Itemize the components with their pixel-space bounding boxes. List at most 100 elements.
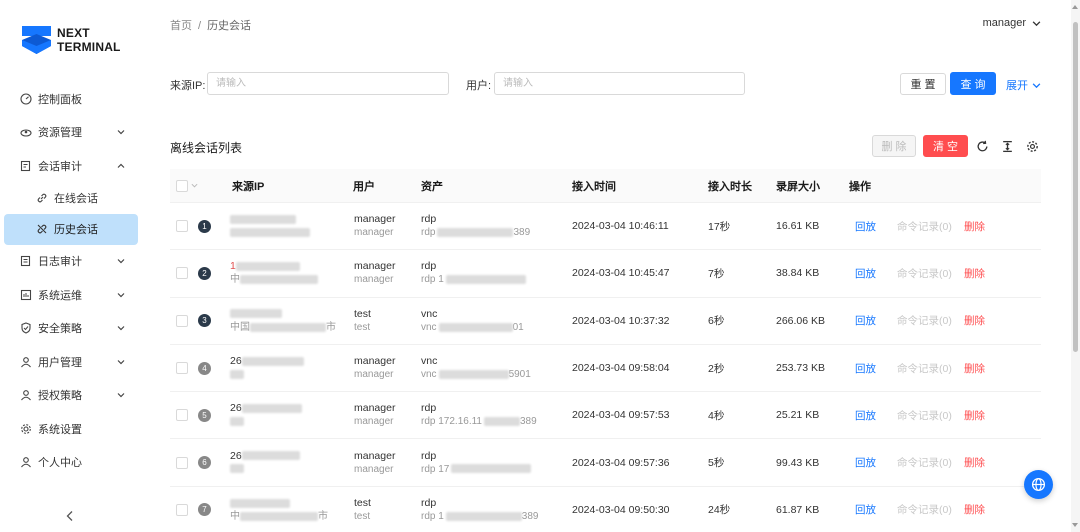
asset-address: rdp 172.16.11 xyxy=(421,416,482,428)
sidebar-item-authorization[interactable]: 授权策略 xyxy=(0,379,143,413)
table-row[interactable]: 3 中国 市 test test vnc vnc 01 2024-03-04 10:… xyxy=(170,298,1041,345)
replay-link[interactable]: 回放 xyxy=(855,361,876,376)
access-time: 2024-03-04 09:57:36 xyxy=(572,456,670,469)
recording-size: 253.73 KB xyxy=(776,362,826,375)
recording-size: 99.43 KB xyxy=(776,456,820,469)
access-time: 2024-03-04 10:37:32 xyxy=(572,314,670,327)
clear-button[interactable]: 清 空 xyxy=(923,135,968,157)
expand-filters-link[interactable]: 展开 xyxy=(1006,77,1041,93)
sidebar-item-dashboard[interactable]: 控制面板 xyxy=(0,82,143,116)
asset-protocol: rdp xyxy=(421,260,437,273)
replay-link[interactable]: 回放 xyxy=(855,408,876,423)
logo[interactable]: NEXT TERMINAL xyxy=(22,24,121,56)
chevron-down-icon xyxy=(117,393,125,398)
replay-link[interactable]: 回放 xyxy=(855,266,876,281)
redacted-text xyxy=(230,369,244,379)
replay-link[interactable]: 回放 xyxy=(855,502,876,517)
command-log-link[interactable]: 命令记录(0) xyxy=(897,219,952,234)
list-title: 离线会话列表 xyxy=(170,141,243,155)
chevron-down-icon xyxy=(117,259,125,264)
column-height-icon[interactable] xyxy=(1000,139,1014,153)
delete-link[interactable]: 删除 xyxy=(964,313,985,328)
sidebar-item-profile[interactable]: 个人中心 xyxy=(0,446,143,480)
breadcrumb-home[interactable]: 首页 xyxy=(170,20,192,32)
sidebar-item-log-audit[interactable]: 日志审计 xyxy=(0,245,143,279)
redacted-text xyxy=(445,511,522,521)
asset-port: 01 xyxy=(512,321,524,333)
user-filter-input[interactable] xyxy=(494,72,745,95)
command-log-link[interactable]: 命令记录(0) xyxy=(897,361,952,376)
delete-link[interactable]: 删除 xyxy=(964,455,985,470)
chevron-down-icon[interactable] xyxy=(191,182,198,189)
recording-size: 266.06 KB xyxy=(776,314,826,327)
redacted-text xyxy=(483,417,520,427)
user-icon xyxy=(20,389,32,401)
sidebar-item-session-audit[interactable]: 会话审计 xyxy=(0,149,143,183)
sidebar-item-settings[interactable]: 系统设置 xyxy=(0,412,143,446)
refresh-icon[interactable] xyxy=(975,139,989,153)
row-checkbox[interactable] xyxy=(176,314,188,327)
page-scrollbar[interactable] xyxy=(1071,0,1080,532)
globe-icon xyxy=(1031,477,1046,492)
sidebar-item-resources[interactable]: 资源管理 xyxy=(0,116,143,150)
user-name: manager xyxy=(354,260,396,273)
column-header-recording-size: 录屏大小 xyxy=(776,180,820,193)
logo-mark-icon xyxy=(22,24,51,56)
collapse-sidebar-icon[interactable] xyxy=(64,510,76,522)
sidebar-item-ops[interactable]: 系统运维 xyxy=(0,278,143,312)
scroll-down-arrow[interactable] xyxy=(1072,523,1078,527)
delete-link[interactable]: 删除 xyxy=(964,219,985,234)
sidebar-item-history-sessions[interactable]: 历史会话 xyxy=(4,213,138,245)
user-name: test xyxy=(354,307,371,320)
row-checkbox[interactable] xyxy=(176,220,188,233)
row-checkbox[interactable] xyxy=(176,362,188,375)
select-all-checkbox[interactable] xyxy=(176,179,188,192)
delete-link[interactable]: 删除 xyxy=(964,502,985,517)
query-button[interactable]: 查 询 xyxy=(950,72,996,95)
redacted-text xyxy=(438,369,509,379)
scroll-up-arrow[interactable] xyxy=(1072,5,1078,9)
delete-link[interactable]: 删除 xyxy=(964,361,985,376)
settings-icon[interactable] xyxy=(1025,139,1039,153)
user-menu[interactable]: manager xyxy=(983,17,1041,29)
command-log-link[interactable]: 命令记录(0) xyxy=(897,455,952,470)
asset-cell: rdp rdp 1 389 xyxy=(421,496,538,524)
table-row[interactable]: 5 26 manager manager rdp rdp 172.16.11 38… xyxy=(170,392,1041,440)
table-row[interactable]: 4 26 manager manager vnc vnc 5901 2024-03… xyxy=(170,345,1041,393)
row-checkbox[interactable] xyxy=(176,456,188,469)
asset-protocol: vnc xyxy=(421,307,438,320)
delete-selected-button[interactable]: 删 除 xyxy=(872,135,916,157)
delete-link[interactable]: 删除 xyxy=(964,408,985,423)
source-ip-input[interactable] xyxy=(207,72,449,95)
user-nickname: manager xyxy=(354,463,394,475)
asset-cell: rdp rdp 172.16.11 389 xyxy=(421,401,537,429)
table-row[interactable]: 2 1 中 manager manager rdp rdp 1 2024-03-… xyxy=(170,250,1041,298)
command-log-link[interactable]: 命令记录(0) xyxy=(897,266,952,281)
asset-cell: rdp rdp 17 xyxy=(421,449,532,477)
user-name: manager xyxy=(354,213,396,226)
row-checkbox[interactable] xyxy=(176,409,188,422)
table-row[interactable]: 7 中市 test test rdp rdp 1 389 2024-03-04 0… xyxy=(170,487,1041,532)
command-log-link[interactable]: 命令记录(0) xyxy=(897,313,952,328)
reset-button[interactable]: 重 置 xyxy=(900,73,946,95)
command-log-link[interactable]: 命令记录(0) xyxy=(897,502,952,517)
source-ip-visible: 1 xyxy=(230,260,236,273)
table-row[interactable]: 6 26 manager manager rdp rdp 17 2024-03-… xyxy=(170,439,1041,487)
source-ip-location: 中 xyxy=(230,274,240,286)
sidebar-item-users[interactable]: 用户管理 xyxy=(0,345,143,379)
scroll-thumb[interactable] xyxy=(1073,22,1078,352)
replay-link[interactable]: 回放 xyxy=(855,455,876,470)
command-log-link[interactable]: 命令记录(0) xyxy=(897,408,952,423)
row-checkbox[interactable] xyxy=(176,503,188,516)
table-row[interactable]: 1 manager manager rdp rdp 389 2024-03-04 … xyxy=(170,203,1041,251)
delete-link[interactable]: 删除 xyxy=(964,266,985,281)
replay-link[interactable]: 回放 xyxy=(855,219,876,234)
user-cell: test test xyxy=(354,307,371,335)
sidebar-item-security[interactable]: 安全策略 xyxy=(0,312,143,346)
language-button[interactable] xyxy=(1024,470,1053,499)
row-checkbox[interactable] xyxy=(176,267,188,280)
redacted-text xyxy=(445,275,526,285)
replay-link[interactable]: 回放 xyxy=(855,313,876,328)
source-ip-visible: 26 xyxy=(230,355,242,368)
sidebar-item-online-sessions[interactable]: 在线会话 xyxy=(0,183,143,214)
